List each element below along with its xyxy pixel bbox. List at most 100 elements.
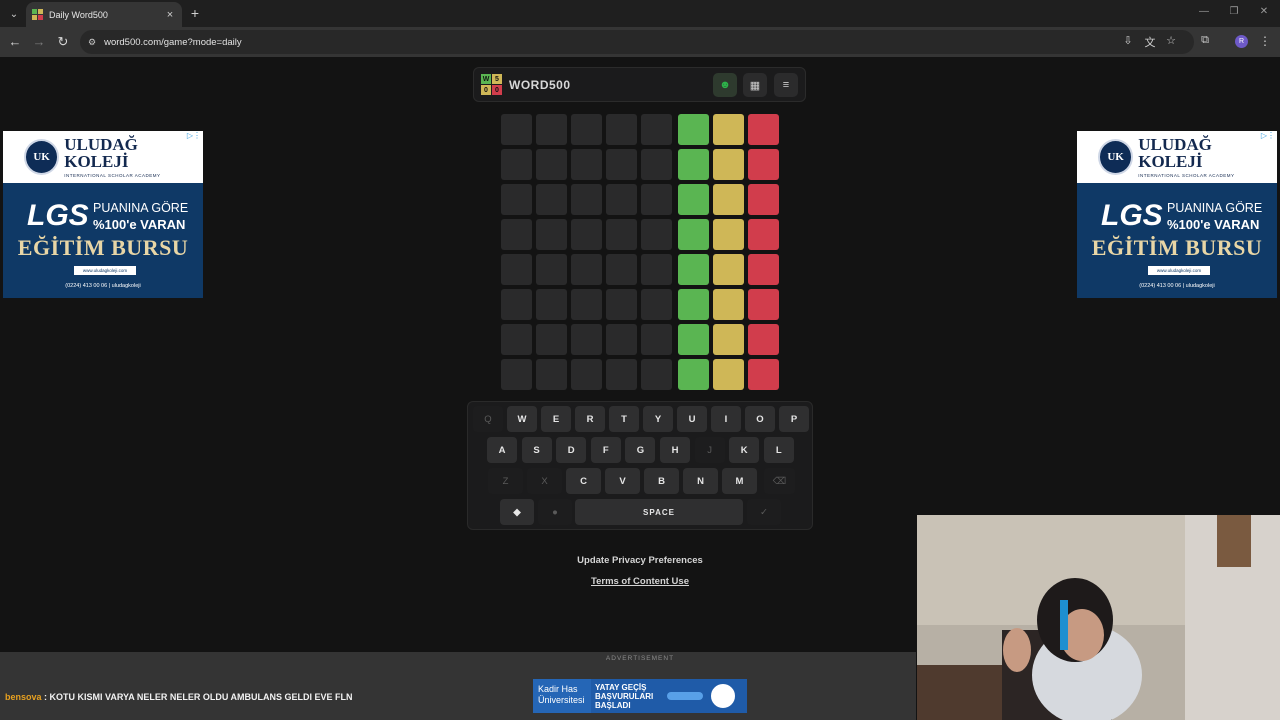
- letter-cell: [571, 359, 602, 390]
- back-icon[interactable]: ←: [7, 34, 23, 50]
- letter-cell: [641, 359, 672, 390]
- reload-icon[interactable]: ↻: [55, 34, 71, 50]
- key-z[interactable]: Z: [488, 468, 523, 494]
- key-r[interactable]: R: [575, 406, 605, 432]
- ad-line1: PUANINA GÖRE: [1167, 201, 1263, 215]
- profile-avatar[interactable]: R: [1235, 35, 1248, 48]
- extensions-icon[interactable]: ⧉: [1198, 34, 1212, 47]
- close-window-icon[interactable]: ✕: [1256, 6, 1272, 17]
- letter-cell: [571, 149, 602, 180]
- yellow-count-cell: [713, 184, 744, 215]
- yellow-count-cell: [713, 219, 744, 250]
- key-e[interactable]: E: [541, 406, 571, 432]
- yellow-count-cell: [713, 359, 744, 390]
- letter-cell: [641, 184, 672, 215]
- key-d[interactable]: D: [556, 437, 587, 463]
- submit-check-icon[interactable]: ✓: [747, 499, 781, 525]
- tab-title: Daily Word500: [49, 9, 108, 20]
- key-o[interactable]: O: [745, 406, 775, 432]
- yellow-count-cell: [713, 289, 744, 320]
- on-screen-keyboard: Q W E R T Y U I O P A S D F G H J K L Z X C V B N M ⌫ ◆ ● SPACE ✓: [467, 401, 813, 530]
- new-tab-icon[interactable]: +: [188, 5, 202, 21]
- letter-cell: [606, 114, 637, 145]
- bottom-ad-text: YATAY GEÇİŞ BAŞVURULARI BAŞLADI: [595, 682, 654, 710]
- ad-line2: %100'e VARAN: [93, 217, 186, 232]
- address-bar[interactable]: ⚙ word500.com/game?mode=daily: [80, 30, 1194, 54]
- bottom-banner-ad[interactable]: Kadir Has Üniversitesi YATAY GEÇİŞ BAŞVU…: [533, 679, 747, 713]
- red-count-cell: [748, 184, 779, 215]
- key-u[interactable]: U: [677, 406, 707, 432]
- tab-close-icon[interactable]: ×: [164, 9, 176, 21]
- adchoices-icon[interactable]: ▷⋮: [187, 131, 201, 140]
- hint-bulb-icon[interactable]: ●: [538, 499, 572, 525]
- eraser-icon[interactable]: ◆: [500, 499, 534, 525]
- key-w[interactable]: W: [507, 406, 537, 432]
- key-f[interactable]: F: [590, 437, 621, 463]
- key-n[interactable]: N: [683, 468, 718, 494]
- letter-cell: [571, 324, 602, 355]
- restore-icon[interactable]: ❐: [1226, 6, 1242, 17]
- forward-icon[interactable]: →: [31, 34, 47, 50]
- site-info-icon[interactable]: ⚙: [88, 37, 96, 48]
- key-v[interactable]: V: [605, 468, 640, 494]
- board-row: [501, 324, 779, 355]
- translate-icon[interactable]: 文: [1143, 34, 1157, 50]
- ad-brand-banner: UK ULUDAĞ KOLEJİ INTERNATIONAL SCHOLAR A…: [1077, 131, 1277, 183]
- ad-brand-name: ULUDAĞ KOLEJİ: [64, 135, 138, 171]
- ad-brand-name: ULUDAĞ KOLEJİ: [1138, 135, 1212, 171]
- key-p[interactable]: P: [779, 406, 809, 432]
- bookmark-star-icon[interactable]: ☆: [1164, 34, 1178, 47]
- board-row: [501, 359, 779, 390]
- screen: ⌄ Daily Word500 × + — ❐ ✕ ← → ↻ ⚙ word50…: [0, 0, 1280, 720]
- stream-chat-bar: [0, 652, 916, 720]
- letter-cell: [606, 359, 637, 390]
- ad-emblem-logo: UK: [24, 139, 60, 175]
- key-i[interactable]: I: [711, 406, 741, 432]
- key-g[interactable]: G: [625, 437, 656, 463]
- board-row: [501, 219, 779, 250]
- tab-search-icon[interactable]: ⌄: [6, 6, 22, 22]
- stats-icon[interactable]: ≡: [774, 73, 798, 97]
- key-m[interactable]: M: [722, 468, 757, 494]
- key-y[interactable]: Y: [643, 406, 673, 432]
- key-l[interactable]: L: [763, 437, 794, 463]
- yellow-count-cell: [713, 324, 744, 355]
- webcam-image: [917, 515, 1280, 720]
- letter-cell: [536, 254, 567, 285]
- key-x[interactable]: X: [527, 468, 562, 494]
- green-count-cell: [678, 254, 709, 285]
- key-t[interactable]: T: [609, 406, 639, 432]
- browser-tab[interactable]: Daily Word500 ×: [26, 2, 182, 27]
- side-ad-left[interactable]: UK ULUDAĞ KOLEJİ INTERNATIONAL SCHOLAR A…: [3, 131, 203, 298]
- letter-cell: [536, 219, 567, 250]
- key-a[interactable]: A: [487, 437, 517, 463]
- backspace-icon[interactable]: ⌫: [764, 468, 795, 494]
- bottom-ad-brand: Kadir Has Üniversitesi: [533, 679, 591, 713]
- browser-tabbar: ⌄ Daily Word500 × + — ❐ ✕: [0, 0, 1280, 27]
- calendar-icon[interactable]: ▦: [743, 73, 767, 97]
- letter-cell: [606, 219, 637, 250]
- minimize-icon[interactable]: —: [1196, 6, 1212, 17]
- green-count-cell: [678, 219, 709, 250]
- browser-toolbar: ← → ↻ ⚙ word500.com/game?mode=daily ⇩ 文 …: [0, 27, 1280, 57]
- letter-cell: [571, 114, 602, 145]
- space-key[interactable]: SPACE: [575, 499, 743, 525]
- logo-letter: 0: [481, 85, 491, 95]
- browser-menu-icon[interactable]: ⋮: [1259, 34, 1271, 48]
- key-j[interactable]: J: [694, 437, 725, 463]
- install-app-icon[interactable]: ⇩: [1121, 34, 1135, 47]
- ad-website: www.uludagkoleji.com: [74, 266, 136, 275]
- smiley-icon[interactable]: ☻: [713, 73, 737, 97]
- key-b[interactable]: B: [644, 468, 679, 494]
- board-row: [501, 149, 779, 180]
- key-q[interactable]: Q: [473, 406, 503, 432]
- green-count-cell: [678, 359, 709, 390]
- side-ad-right[interactable]: UK ULUDAĞ KOLEJİ INTERNATIONAL SCHOLAR A…: [1077, 131, 1277, 298]
- key-c[interactable]: C: [566, 468, 601, 494]
- ad-brand-sub: INTERNATIONAL SCHOLAR ACADEMY: [64, 173, 161, 178]
- key-k[interactable]: K: [729, 437, 760, 463]
- bottom-ad-button[interactable]: [667, 692, 703, 700]
- adchoices-icon[interactable]: ▷⋮: [1261, 131, 1275, 140]
- key-h[interactable]: H: [660, 437, 690, 463]
- key-s[interactable]: S: [521, 437, 552, 463]
